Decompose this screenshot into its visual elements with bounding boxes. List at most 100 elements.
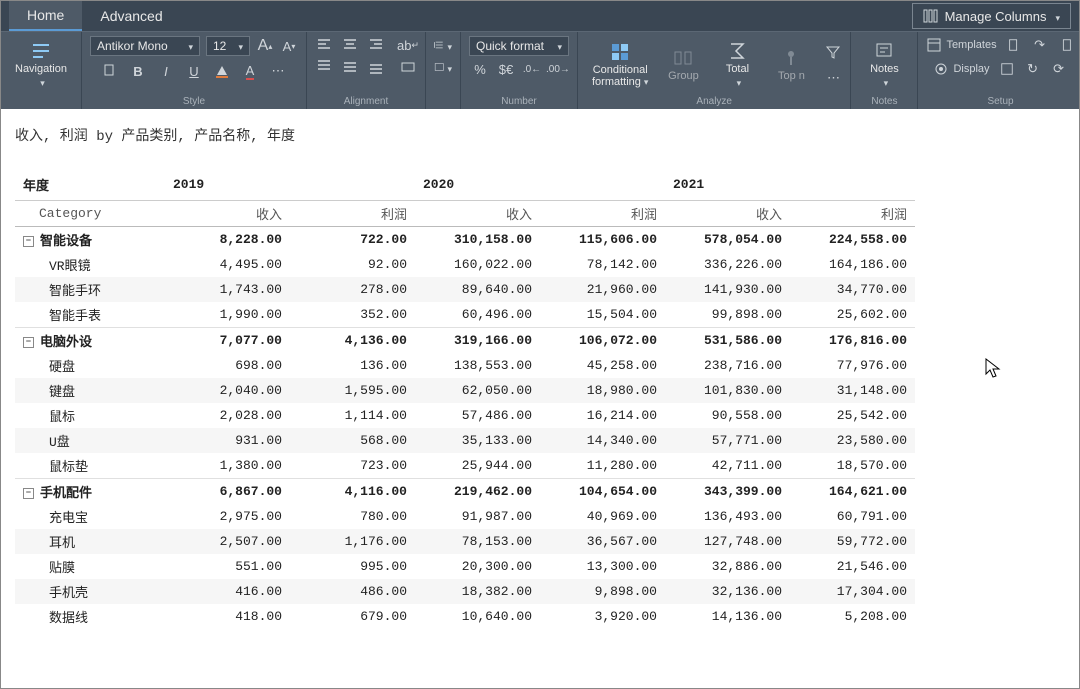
data-row[interactable]: 充电宝2,975.00780.0091,987.0040,969.00136,4… bbox=[15, 504, 915, 529]
align-center-icon[interactable] bbox=[341, 36, 359, 54]
notes-button[interactable]: Notes bbox=[859, 39, 909, 91]
conditional-formatting-button[interactable]: Conditionalformatting bbox=[586, 40, 654, 90]
layout-icon[interactable] bbox=[998, 60, 1016, 78]
underline-button[interactable]: U bbox=[185, 62, 203, 80]
group-label-setup: Setup bbox=[926, 94, 1074, 107]
ribbon: Home Advanced Manage Columns Navigation bbox=[1, 1, 1079, 109]
data-row[interactable]: VR眼镜4,495.0092.00160,022.0078,142.00336,… bbox=[15, 252, 915, 277]
decrease-decimal-icon[interactable]: .0← bbox=[523, 60, 541, 78]
ribbon-tabs: Home Advanced Manage Columns bbox=[1, 1, 1079, 31]
templates-button[interactable]: Templates bbox=[926, 36, 996, 54]
tab-home[interactable]: Home bbox=[9, 1, 82, 31]
manage-columns-label: Manage Columns bbox=[945, 9, 1047, 24]
chevron-down-icon bbox=[185, 39, 193, 53]
font-color-button[interactable]: A bbox=[241, 62, 259, 80]
col-rev: 收入 bbox=[165, 201, 290, 227]
navigation-label: Navigation bbox=[15, 63, 67, 75]
year-col-1[interactable]: 2020 bbox=[415, 169, 665, 201]
data-row[interactable]: 鼠标2,028.001,114.0057,486.0016,214.0090,5… bbox=[15, 403, 915, 428]
category-row[interactable]: −电脑外设7,077.004,136.00319,166.00106,072.0… bbox=[15, 328, 915, 354]
redo-icon[interactable]: ↻ bbox=[1024, 60, 1042, 78]
total-button[interactable]: Total bbox=[712, 39, 762, 91]
navigation-icon bbox=[31, 41, 51, 61]
data-row[interactable]: 键盘2,040.001,595.0062,050.0018,980.00101,… bbox=[15, 378, 915, 403]
merge-icon[interactable] bbox=[399, 58, 417, 76]
bold-button[interactable]: B bbox=[129, 62, 147, 80]
quick-format-select[interactable]: Quick format bbox=[469, 36, 569, 56]
italic-button[interactable]: I bbox=[157, 62, 175, 80]
year-col-0[interactable]: 2019 bbox=[165, 169, 415, 201]
group-label-style: Style bbox=[90, 94, 298, 107]
indent-icon[interactable] bbox=[434, 58, 452, 76]
category-row[interactable]: −智能设备8,228.00722.00310,158.00115,606.005… bbox=[15, 227, 915, 253]
increase-font-icon[interactable]: A▴ bbox=[256, 37, 274, 55]
cond-format-icon bbox=[610, 42, 630, 62]
valign-top-icon[interactable] bbox=[315, 58, 333, 76]
wrap-text-button[interactable]: ab↵ bbox=[399, 36, 417, 54]
data-row[interactable]: 耳机2,507.001,176.0078,153.0036,567.00127,… bbox=[15, 529, 915, 554]
percent-icon[interactable]: % bbox=[471, 60, 489, 78]
data-row[interactable]: 手机壳416.00486.0018,382.009,898.0032,136.0… bbox=[15, 579, 915, 604]
data-row[interactable]: 硬盘698.00136.00138,553.0045,258.00238,716… bbox=[15, 353, 915, 378]
navigation-button[interactable]: Navigation bbox=[9, 39, 73, 91]
tab-advanced[interactable]: Advanced bbox=[82, 2, 180, 30]
line-spacing-icon[interactable] bbox=[434, 36, 452, 54]
display-button[interactable]: Display bbox=[933, 60, 989, 78]
year-col-2[interactable]: 2021 bbox=[665, 169, 915, 201]
col-profit: 利润 bbox=[540, 201, 665, 227]
font-family-select[interactable]: Antikor Mono bbox=[90, 36, 200, 56]
data-row[interactable]: 数据线418.00679.0010,640.003,920.0014,136.0… bbox=[15, 604, 915, 629]
refresh-icon[interactable]: ⟳ bbox=[1050, 60, 1068, 78]
columns-icon bbox=[923, 8, 939, 24]
group-icon bbox=[673, 48, 693, 68]
redo-arrow-icon[interactable]: ↷ bbox=[1031, 36, 1049, 54]
content-area: 收入, 利润 by 产品类别, 产品名称, 年度 年度 2019 2020 20… bbox=[1, 109, 1079, 645]
font-size-select[interactable]: 12 bbox=[206, 36, 250, 56]
category-row[interactable]: −手机配件6,867.004,116.00219,462.00104,654.0… bbox=[15, 479, 915, 505]
decrease-font-icon[interactable]: A▾ bbox=[280, 37, 298, 55]
copy-format-icon[interactable] bbox=[101, 62, 119, 80]
pivot-table[interactable]: 年度 2019 2020 2021 Category 收入利润 收入利润 收入利… bbox=[15, 169, 915, 629]
col-profit: 利润 bbox=[790, 201, 915, 227]
group-label-number: Number bbox=[469, 94, 569, 107]
align-left-icon[interactable] bbox=[315, 36, 333, 54]
align-right-icon[interactable] bbox=[367, 36, 385, 54]
currency-icon[interactable]: $€ bbox=[497, 60, 515, 78]
valign-bot-icon[interactable] bbox=[367, 58, 385, 76]
chevron-down-icon bbox=[1052, 9, 1060, 24]
col-rev: 收入 bbox=[665, 201, 790, 227]
sigma-icon bbox=[727, 41, 747, 61]
valign-mid-icon[interactable] bbox=[341, 58, 359, 76]
ribbon-body: Navigation Antikor Mono 12 A▴ A▾ B I bbox=[1, 31, 1079, 109]
filter-icon[interactable] bbox=[824, 43, 842, 61]
header-year: 年度 bbox=[15, 169, 165, 201]
group-label-notes: Notes bbox=[859, 94, 909, 107]
increase-decimal-icon[interactable]: .00→ bbox=[549, 60, 567, 78]
topn-icon bbox=[781, 48, 801, 68]
top-n-button[interactable]: Top n bbox=[766, 46, 816, 84]
group-button[interactable]: Group bbox=[658, 46, 708, 84]
group-label-analyze: Analyze bbox=[586, 94, 842, 107]
data-row[interactable]: 贴膜551.00995.0020,300.0013,300.0032,886.0… bbox=[15, 554, 915, 579]
col-rev: 收入 bbox=[415, 201, 540, 227]
collapse-icon[interactable]: − bbox=[23, 488, 34, 499]
fill-color-button[interactable] bbox=[213, 62, 231, 80]
style-more-icon[interactable]: ⋯ bbox=[269, 62, 287, 80]
data-row[interactable]: 智能手环1,743.00278.0089,640.0021,960.00141,… bbox=[15, 277, 915, 302]
chevron-down-icon bbox=[235, 39, 243, 53]
analyze-more-icon[interactable]: ⋯ bbox=[824, 69, 842, 87]
undo-page-icon[interactable] bbox=[1005, 36, 1023, 54]
chevron-down-icon bbox=[37, 77, 45, 89]
next-page-icon[interactable] bbox=[1057, 36, 1075, 54]
collapse-icon[interactable]: − bbox=[23, 337, 34, 348]
group-label-nav bbox=[9, 94, 73, 107]
manage-columns-button[interactable]: Manage Columns bbox=[912, 3, 1071, 29]
report-title: 收入, 利润 by 产品类别, 产品名称, 年度 bbox=[15, 125, 1065, 145]
data-row[interactable]: 智能手表1,990.00352.0060,496.0015,504.0099,8… bbox=[15, 302, 915, 328]
data-row[interactable]: U盘931.00568.0035,133.0014,340.0057,771.0… bbox=[15, 428, 915, 453]
notes-icon bbox=[874, 41, 894, 61]
col-profit: 利润 bbox=[290, 201, 415, 227]
data-row[interactable]: 鼠标垫1,380.00723.0025,944.0011,280.0042,71… bbox=[15, 453, 915, 479]
collapse-icon[interactable]: − bbox=[23, 236, 34, 247]
header-category: Category bbox=[15, 201, 165, 227]
